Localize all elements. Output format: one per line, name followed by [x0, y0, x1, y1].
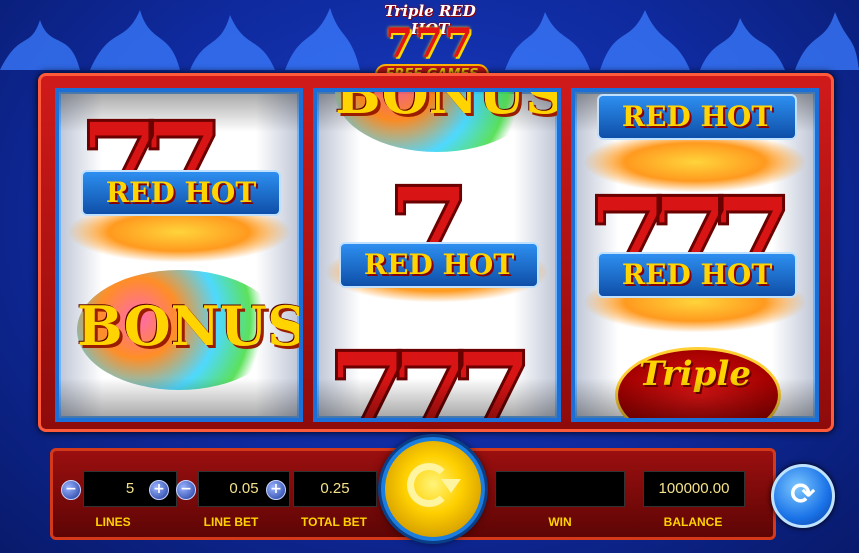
logo-777: 777 [385, 20, 475, 67]
symbol-bonus: BONUS [77, 294, 303, 358]
lines-increase-button[interactable]: + [149, 480, 169, 500]
autoplay-icon: ⟳ [790, 477, 816, 512]
reel-shade-bottom [317, 378, 557, 418]
spin-arrow-icon [441, 479, 461, 493]
balance-label: BALANCE [663, 515, 723, 529]
symbol-red-hot-ribbon: RED HOT [339, 242, 539, 288]
reel-cabinet: 77 RED HOT BONUS BONUS 7 RED HOT 777 RED… [38, 73, 834, 432]
win-label: WIN [548, 515, 572, 529]
symbol-bonus: BONUS [335, 88, 561, 126]
lines-label: LINES [95, 515, 131, 529]
balance-value: 100000.00 [643, 471, 745, 507]
lines-decrease-button[interactable]: − [61, 480, 81, 500]
symbol-red-hot-ribbon: RED HOT [597, 252, 797, 298]
reel-shade-bottom [575, 378, 815, 418]
line-bet-decrease-button[interactable]: − [176, 480, 196, 500]
win-value [495, 471, 625, 507]
spin-button[interactable] [381, 437, 485, 541]
symbol-red-hot-ribbon: RED HOT [81, 170, 281, 216]
line-bet-increase-button[interactable]: + [266, 480, 286, 500]
total-bet-value: 0.25 [293, 471, 377, 507]
symbol-red-hot-ribbon: RED HOT [597, 94, 797, 140]
reel-shade-bottom [59, 378, 299, 418]
reel-3: RED HOT 777 RED HOT Triple [571, 88, 819, 422]
reel-1: 77 RED HOT BONUS [55, 88, 303, 422]
total-bet-label: TOTAL BET [301, 515, 367, 529]
autoplay-button[interactable]: ⟳ [771, 464, 835, 528]
line-bet-label: LINE BET [203, 515, 259, 529]
reel-2: BONUS 7 RED HOT 777 [313, 88, 561, 422]
